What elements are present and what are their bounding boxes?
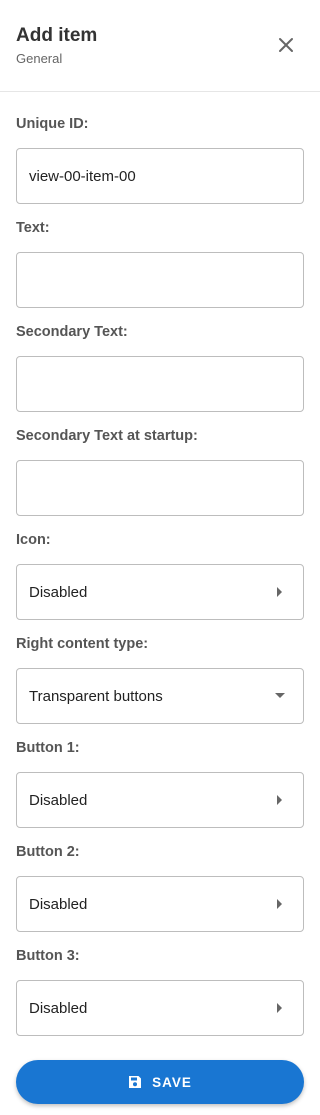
button2-value: Disabled <box>29 895 88 913</box>
button3-label: Button 3: <box>16 948 80 964</box>
secondary-text-label: Secondary Text: <box>16 324 128 340</box>
text-input[interactable] <box>17 253 303 307</box>
secondary-text-startup-label: Secondary Text at startup: <box>16 428 198 444</box>
close-icon <box>279 38 293 52</box>
unique-id-field[interactable] <box>16 148 304 204</box>
icon-select-value: Disabled <box>29 583 88 601</box>
chevron-right-icon <box>277 899 282 909</box>
chevron-right-icon <box>277 795 282 805</box>
close-button[interactable] <box>272 31 300 59</box>
dialog-title: Add item <box>16 25 98 46</box>
save-button-label: SAVE <box>152 1074 192 1090</box>
floppy-disk-icon <box>129 1076 142 1088</box>
button3-value: Disabled <box>29 999 88 1017</box>
secondary-text-input[interactable] <box>17 357 303 411</box>
button1-select[interactable]: Disabled <box>16 772 304 828</box>
right-content-type-select[interactable]: Transparent buttons <box>16 668 304 724</box>
secondary-text-field[interactable] <box>16 356 304 412</box>
secondary-text-startup-input[interactable] <box>17 461 303 515</box>
button3-select[interactable]: Disabled <box>16 980 304 1036</box>
button2-select[interactable]: Disabled <box>16 876 304 932</box>
chevron-right-icon <box>277 1003 282 1013</box>
right-content-type-label: Right content type: <box>16 636 149 652</box>
icon-select[interactable]: Disabled <box>16 564 304 620</box>
button1-value: Disabled <box>29 791 88 809</box>
text-field[interactable] <box>16 252 304 308</box>
save-button[interactable]: SAVE <box>16 1060 304 1104</box>
unique-id-input[interactable] <box>17 149 303 203</box>
icon-label: Icon: <box>16 532 51 548</box>
text-label: Text: <box>16 220 50 236</box>
button1-label: Button 1: <box>16 740 80 756</box>
chevron-right-icon <box>277 587 282 597</box>
button2-label: Button 2: <box>16 844 80 860</box>
right-content-type-value: Transparent buttons <box>29 687 163 705</box>
secondary-text-startup-field[interactable] <box>16 460 304 516</box>
unique-id-label: Unique ID: <box>16 116 89 132</box>
caret-down-icon <box>275 693 285 698</box>
dialog-header: Add item General <box>0 0 320 92</box>
dialog-subtitle: General <box>16 51 63 66</box>
